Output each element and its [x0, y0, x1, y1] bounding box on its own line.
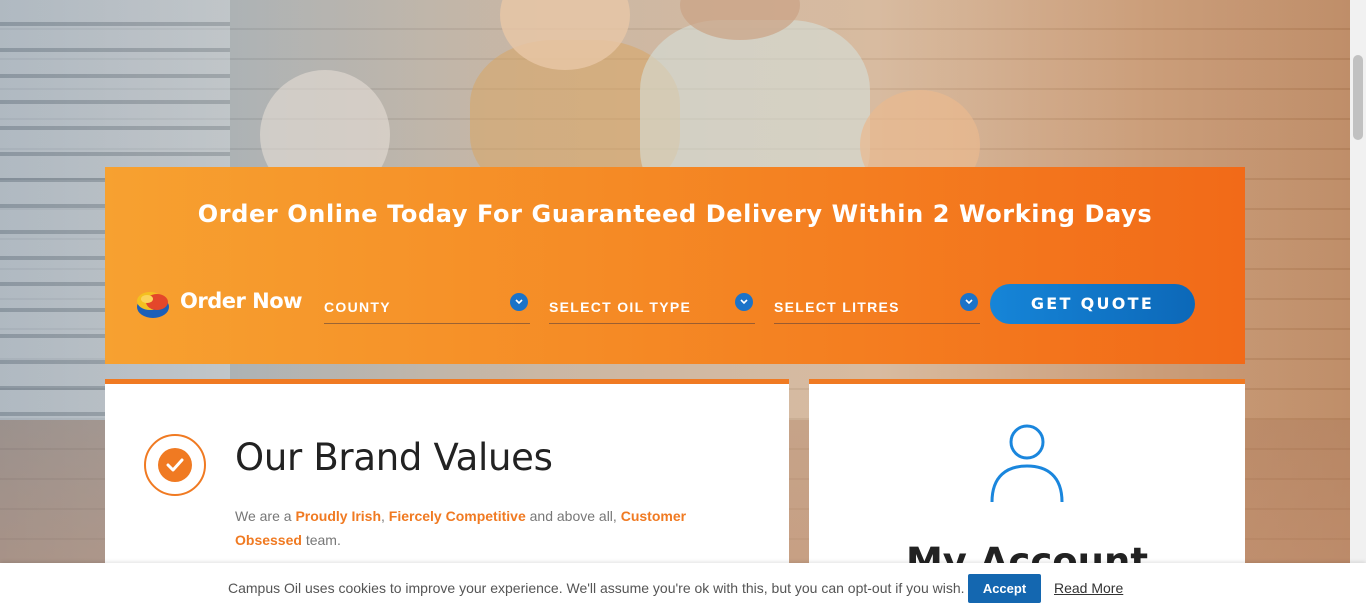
scrollbar-thumb[interactable] — [1353, 55, 1363, 140]
cookie-accept-button[interactable]: Accept — [968, 574, 1041, 603]
oil-type-select[interactable]: SELECT OIL TYPE — [549, 291, 755, 324]
brand-highlight-irish: Proudly Irish — [295, 508, 382, 524]
order-panel-title: Order Online Today For Guaranteed Delive… — [197, 200, 1153, 228]
litres-select[interactable]: SELECT LITRES — [774, 291, 980, 324]
cookie-notice-text: Campus Oil uses cookies to improve your … — [228, 580, 965, 596]
brand-text-sep: , — [381, 508, 389, 524]
litres-select-label: SELECT LITRES — [774, 299, 900, 315]
order-now-label: Order Now — [180, 289, 303, 313]
chevron-down-icon[interactable] — [510, 293, 528, 311]
chevron-down-icon[interactable] — [735, 293, 753, 311]
get-quote-button[interactable]: GET QUOTE — [990, 284, 1195, 324]
brand-highlight-competitive: Fiercely Competitive — [388, 508, 526, 524]
brand-text-prefix: We are a — [235, 508, 296, 524]
cookie-read-more-link[interactable]: Read More — [1054, 580, 1123, 596]
cookie-consent-bar: Campus Oil uses cookies to improve your … — [0, 563, 1366, 613]
order-panel: Order Online Today For Guaranteed Delive… — [105, 167, 1245, 364]
brand-values-title: Our Brand Values — [235, 436, 553, 479]
brand-text-suffix: team. — [301, 532, 341, 548]
brand-values-text: We are a Proudly Irish, Fiercely Competi… — [235, 504, 705, 552]
oil-type-select-label: SELECT OIL TYPE — [549, 299, 692, 315]
user-account-icon — [990, 424, 1064, 503]
brand-check-icon — [144, 434, 206, 496]
brand-text-sep: and above all, — [525, 508, 621, 524]
chevron-down-icon[interactable] — [960, 293, 978, 311]
page-scrollbar[interactable] — [1350, 0, 1366, 613]
county-select[interactable]: COUNTY — [324, 291, 530, 324]
county-select-label: COUNTY — [324, 299, 391, 315]
campus-oil-logo-icon — [137, 292, 169, 318]
